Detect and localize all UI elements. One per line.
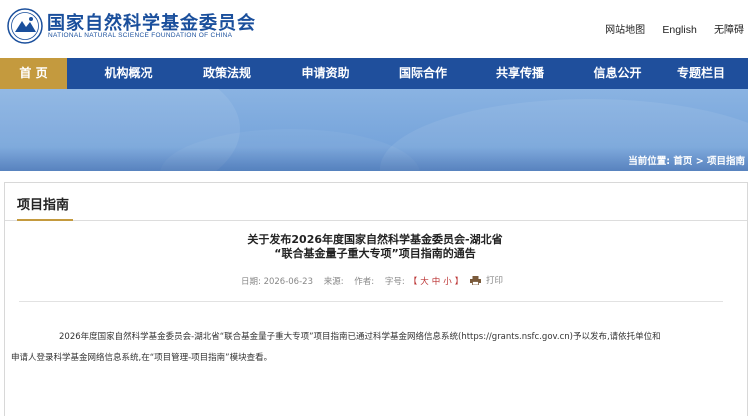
logo-title-en: NATIONAL NATURAL SCIENCE FOUNDATION OF C… [48, 32, 233, 39]
content-panel: 项目指南 关于发布2026年度国家自然科学基金委员会-湖北省 “联合基金量子重大… [4, 182, 748, 416]
sitemap-link[interactable]: 网站地图 [605, 21, 645, 36]
meta-source: 来源: [324, 275, 344, 287]
printer-icon [470, 276, 481, 285]
breadcrumb-home-link[interactable]: 首页 [673, 156, 692, 167]
top-links: 网站地图 English 无障碍 [605, 21, 748, 36]
print-button[interactable]: 打印 [470, 274, 503, 286]
breadcrumb-separator: > [695, 156, 704, 167]
section-title-underline [17, 219, 73, 221]
nav-item-topics[interactable]: 专题栏目 [654, 58, 748, 89]
meta-date-label: 日期: [241, 277, 261, 287]
nav-item-about[interactable]: 机构概况 [67, 58, 190, 89]
article-divider [19, 301, 723, 302]
nav-item-international[interactable]: 国际合作 [387, 58, 459, 89]
main-nav: 首 页 机构概况 政策法规 申请资助 国际合作 共享传播 信息公开 专题栏目 [0, 58, 748, 89]
meta-date: 日期: 2026-06-23 [241, 275, 313, 287]
article-body-line1: 2026年度国家自然科学基金委员会-湖北省“联合基金量子重大专项”项目指南已通过… [59, 332, 661, 342]
font-size-bracket-open: 【 [408, 277, 418, 287]
nav-item-policy[interactable]: 政策法规 [190, 58, 264, 89]
print-label: 打印 [486, 276, 504, 286]
nav-item-disclosure[interactable]: 信息公开 [581, 58, 654, 89]
meta-author-label: 作者: [354, 277, 375, 287]
font-size-medium[interactable]: 中 [432, 275, 441, 287]
font-size-small[interactable]: 小 [443, 275, 452, 287]
nav-item-share[interactable]: 共享传播 [459, 58, 581, 89]
meta-date-value: 2026-06-23 [263, 277, 313, 287]
article-meta: 日期: 2026-06-23 来源: 作者: 字号: 【大中小】 [241, 275, 466, 287]
nsfc-logo-icon[interactable] [7, 8, 43, 44]
article-body-line2: 申请人登录科学基金网络信息系统,在“项目管理-项目指南”模块查看。 [11, 353, 273, 363]
accessibility-link[interactable]: 无障碍 [714, 21, 744, 36]
article-body: 2026年度国家自然科学基金委员会-湖北省“联合基金量子重大专项”项目指南已通过… [11, 327, 725, 369]
meta-font-size-label: 字号: [384, 277, 405, 287]
meta-author: 作者: [354, 275, 374, 287]
english-link[interactable]: English [662, 24, 696, 36]
article-title-line1: 关于发布2026年度国家自然科学基金委员会-湖北省 [247, 233, 503, 246]
article-title: 关于发布2026年度国家自然科学基金委员会-湖北省 “联合基金量子重大专项”项目… [5, 233, 745, 261]
breadcrumb-current[interactable]: 项目指南 [707, 156, 745, 167]
article-title-line2: “联合基金量子重大专项”项目指南的通告 [274, 247, 476, 260]
section-title: 项目指南 [17, 198, 70, 213]
font-size-large[interactable]: 大 [420, 275, 429, 287]
nav-item-apply[interactable]: 申请资助 [264, 58, 387, 89]
meta-source-label: 来源: [323, 277, 344, 287]
site-header: 国家自然科学基金委员会 NATIONAL NATURAL SCIENCE FOU… [0, 0, 748, 58]
section-header: 项目指南 [5, 183, 747, 221]
nav-item-home[interactable]: 首 页 [0, 58, 67, 89]
breadcrumb: 当前位置: 首页 > 项目指南 [628, 153, 745, 167]
font-size-bracket-close: 】 [454, 277, 464, 287]
breadcrumb-prefix: 当前位置: [628, 156, 671, 167]
